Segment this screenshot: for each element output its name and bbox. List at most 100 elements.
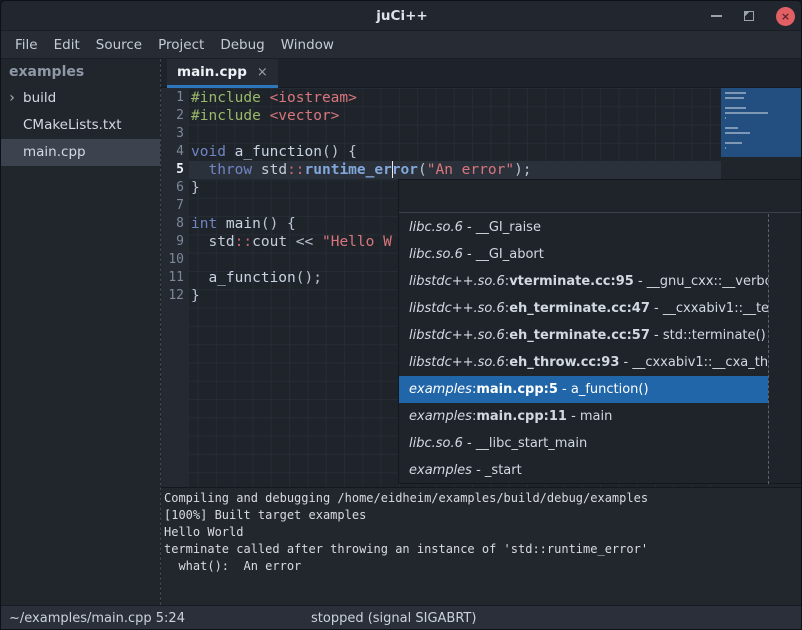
stack-frame-file-line: main.cpp:11: [476, 409, 567, 424]
line-number: 5: [161, 161, 189, 179]
menu-item-debug[interactable]: Debug: [220, 37, 264, 53]
token-pun: (: [418, 162, 427, 178]
minimap-code-line: [725, 142, 742, 144]
stack-frame-row[interactable]: libc.so.6 - __GI_raise: [399, 214, 768, 241]
token-pun: [191, 162, 208, 178]
tab-label: main.cpp: [177, 64, 247, 80]
code-line[interactable]: #include <iostream>: [189, 89, 721, 107]
minimap-code-line: [725, 107, 746, 109]
minimap-code-line: [725, 132, 750, 134]
token-pp: #include: [191, 108, 270, 124]
stack-frame-row[interactable]: libstdc++.so.6:eh_terminate.cc:47 - __cx…: [399, 295, 768, 322]
window-controls: ×: [711, 1, 795, 31]
tab-main-cpp[interactable]: main.cpp ×: [167, 59, 278, 88]
line-number: 6: [161, 179, 189, 197]
stack-frame-library: examples: [409, 382, 472, 397]
token-pun: ();: [296, 270, 322, 286]
stack-frame-library: libstdc++.so.6: [409, 328, 505, 343]
token-str: "An error": [427, 162, 514, 178]
stack-frame-row[interactable]: examples - _start: [399, 457, 768, 484]
minimap-code-line: [725, 147, 726, 149]
token-def: std: [208, 234, 234, 250]
token-pun: () {: [322, 144, 357, 160]
tab-close-icon[interactable]: ×: [257, 65, 268, 80]
token-fn: a_function: [208, 270, 295, 286]
stack-frame-library: libstdc++.so.6: [409, 355, 505, 370]
menu-item-file[interactable]: File: [15, 37, 38, 53]
project-name-header: examples: [1, 59, 160, 85]
code-line[interactable]: void a_function() {: [189, 143, 721, 161]
file-tree: ›buildCMakeLists.txtmain.cpp: [1, 85, 160, 166]
line-number: 1: [161, 89, 189, 107]
stack-frame-file-line: main.cpp:5: [476, 382, 558, 397]
sidebar-item-cmakelists-txt[interactable]: CMakeLists.txt: [1, 112, 160, 139]
token-pun: () {: [261, 216, 296, 232]
restore-icon[interactable]: [744, 11, 754, 21]
token-pun: <<: [287, 234, 322, 250]
terminal-line: Compiling and debugging /home/eidheim/ex…: [164, 490, 802, 507]
text-cursor: [392, 161, 393, 178]
minimap-viewport[interactable]: [721, 88, 802, 157]
stack-frame-file-line: eh_throw.cc:93: [509, 355, 619, 370]
stack-frame-library: libstdc++.so.6: [409, 274, 505, 289]
stack-trace-popup: libc.so.6 - __GI_raiselibc.so.6 - __GI_a…: [398, 179, 802, 484]
line-number: 7: [161, 197, 189, 215]
line-number: 9: [161, 233, 189, 251]
minimap-code-line: [725, 97, 744, 99]
minimap-code-line: [725, 92, 746, 94]
stack-frame-file-line: vterminate.cc:95: [509, 274, 634, 289]
code-line[interactable]: #include <vector>: [189, 107, 721, 125]
stack-frame-library: examples: [409, 409, 472, 424]
stack-frame-row[interactable]: libc.so.6 - __libc_start_main: [399, 430, 768, 457]
token-op: ::: [287, 162, 304, 178]
minimap-code-line: [725, 117, 726, 119]
menu-item-window[interactable]: Window: [281, 37, 334, 53]
line-number: 11: [161, 269, 189, 287]
menubar: File Edit Source Project Debug Window: [1, 31, 802, 59]
terminal-line: terminate called after throwing an insta…: [164, 541, 802, 558]
line-number: 2: [161, 107, 189, 125]
line-number: 12: [161, 287, 189, 305]
menu-item-project[interactable]: Project: [158, 37, 204, 53]
stack-frame-row[interactable]: examples:main.cpp:5 - a_function(): [399, 376, 768, 403]
line-number: 4: [161, 143, 189, 161]
sidebar-item-main-cpp[interactable]: main.cpp: [1, 139, 160, 166]
terminal-line: Hello World: [164, 524, 802, 541]
code-line[interactable]: [189, 125, 721, 143]
stack-frame-file-line: eh_terminate.cc:47: [509, 301, 650, 316]
stack-frame-row[interactable]: libc.so.6 - __GI_abort: [399, 241, 768, 268]
tree-item-label: CMakeLists.txt: [20, 112, 122, 139]
token-kw: void: [191, 144, 235, 160]
close-icon[interactable]: ×: [776, 7, 795, 26]
sidebar-item-build[interactable]: ›build: [1, 85, 160, 112]
stack-frame-library: libc.so.6: [409, 220, 463, 235]
cursor-location-status: ~/examples/main.cpp 5:24: [9, 606, 185, 630]
menu-item-edit[interactable]: Edit: [54, 37, 80, 53]
token-str: "Hello W: [322, 234, 392, 250]
stack-frame-row[interactable]: libstdc++.so.6:eh_terminate.cc:57 - std:…: [399, 322, 768, 349]
chevron-right-icon: ›: [4, 85, 20, 112]
token-def: std: [261, 162, 287, 178]
token-op: ::: [235, 234, 252, 250]
titlebar: juCi++ ×: [1, 1, 802, 31]
code-line[interactable]: throw std::runtime_error("An error");: [189, 161, 721, 179]
minimize-icon[interactable]: [711, 15, 722, 17]
token-fn: main: [226, 216, 261, 232]
tabbar: main.cpp ×: [161, 59, 802, 88]
stack-trace-list: libc.so.6 - __GI_raiselibc.so.6 - __GI_a…: [399, 214, 769, 484]
token-pp: #include: [191, 90, 270, 106]
token-kw: throw: [208, 162, 260, 178]
stack-frame-row[interactable]: libstdc++.so.6:vterminate.cc:95 - __gnu_…: [399, 268, 768, 295]
menu-item-source[interactable]: Source: [96, 37, 142, 53]
stack-trace-popup-header: [399, 180, 802, 213]
terminal-output[interactable]: Compiling and debugging /home/eidheim/ex…: [161, 487, 802, 605]
token-pun: [191, 270, 208, 286]
line-number: 10: [161, 251, 189, 269]
token-pun: }: [191, 288, 200, 304]
jucipp-window: juCi++ × File Edit Source Project Debug Windo…: [0, 0, 802, 630]
line-number: 8: [161, 215, 189, 233]
stack-frame-row[interactable]: examples:main.cpp:11 - main: [399, 403, 768, 430]
token-type: runtime_error: [305, 162, 419, 178]
stack-frame-row[interactable]: libstdc++.so.6:eh_throw.cc:93 - __cxxabi…: [399, 349, 768, 376]
line-number-gutter: 123456789101112: [161, 89, 189, 487]
